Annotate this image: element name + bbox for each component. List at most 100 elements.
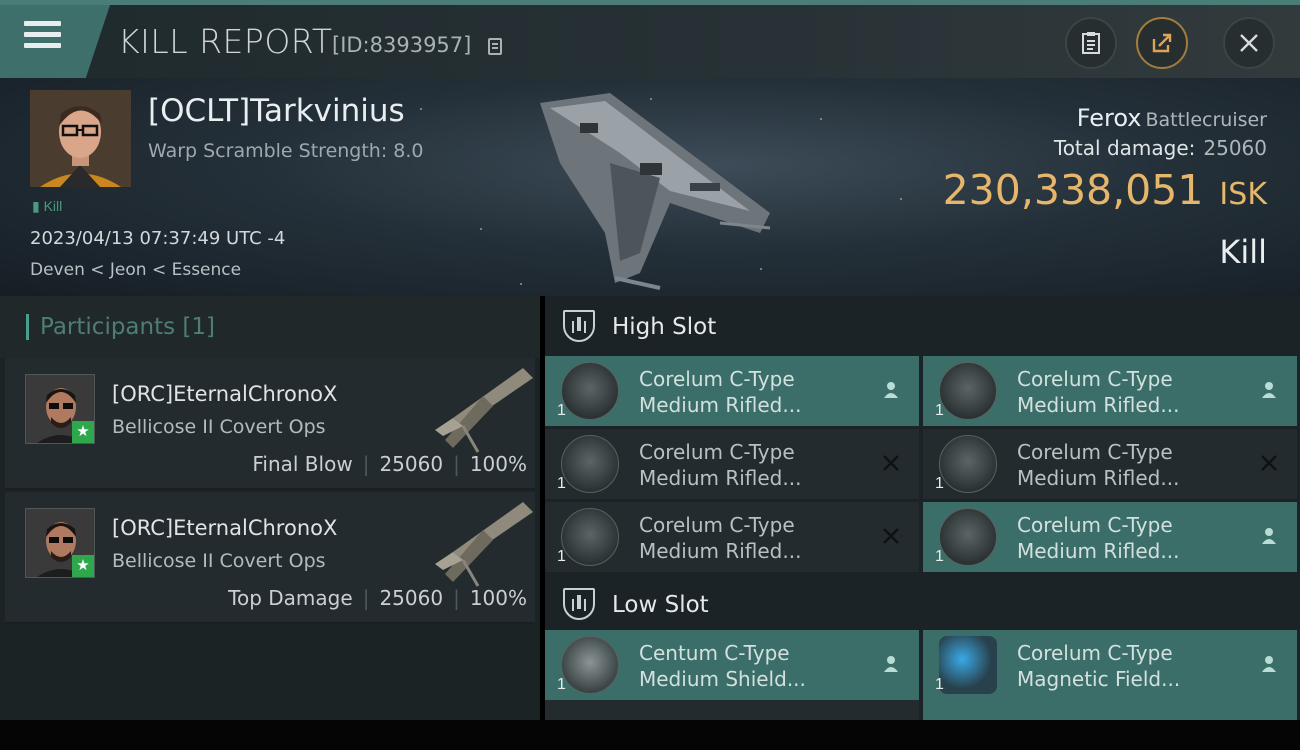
kill-tag: ▮ Kill bbox=[32, 198, 63, 214]
victim-ship[interactable]: Ferox Battlecruiser bbox=[1077, 104, 1267, 132]
module-name: Corelum C-Type Medium Rifled... bbox=[639, 439, 801, 491]
module-name: Corelum C-Type Medium Rifled... bbox=[1017, 512, 1179, 564]
ship-render bbox=[540, 93, 771, 290]
module-quantity: 1 bbox=[557, 402, 566, 419]
module-name-line2: Medium Shield... bbox=[639, 667, 806, 691]
module-item[interactable]: 1 Corelum C-Type Medium Rifled... bbox=[923, 356, 1297, 426]
clipboard-icon bbox=[1082, 32, 1100, 54]
module-name: Corelum C-Type Medium Rifled... bbox=[1017, 439, 1179, 491]
module-name-line2: Medium Rifled... bbox=[1017, 466, 1180, 490]
isk-value: 230,338,051 ISK bbox=[942, 166, 1267, 214]
participants-title: Participants [1] bbox=[40, 314, 216, 340]
module-name-line1: Centum C-Type bbox=[639, 641, 790, 665]
victim-panel: [OCLT]Tarkvinius Warp Scramble Strength:… bbox=[0, 78, 1300, 296]
module-item[interactable]: 1 Corelum C-Type Medium Rifled... bbox=[545, 502, 919, 572]
module-name-line2: Medium Rifled... bbox=[639, 539, 802, 563]
participant-percent: 100% bbox=[469, 586, 527, 610]
high-slot-label: High Slot bbox=[612, 314, 717, 340]
report-button[interactable] bbox=[1065, 17, 1117, 69]
page-title: KILL REPORT bbox=[118, 22, 333, 61]
module-name: Corelum C-Type Medium Rifled... bbox=[639, 512, 801, 564]
participant-damage: 25060 bbox=[379, 586, 444, 610]
participant-name[interactable]: [ORC]EternalChronoX bbox=[112, 382, 337, 406]
module-name-line2: Medium Rifled... bbox=[639, 466, 802, 490]
kill-result: Kill bbox=[1219, 233, 1267, 271]
module-quantity: 1 bbox=[557, 676, 566, 693]
participant-stats: Final Blow | 25060 | 100% bbox=[252, 452, 527, 476]
module-name-line1: Corelum C-Type bbox=[639, 513, 795, 537]
turret-icon bbox=[939, 435, 997, 493]
destroyed-x-icon bbox=[883, 455, 899, 471]
module-item[interactable]: 1 Corelum C-Type Medium Rifled... bbox=[923, 429, 1297, 499]
participant-row[interactable]: ★ [ORC]EternalChronoX Bellicose II Cover… bbox=[5, 492, 535, 624]
module-item[interactable]: 1 Corelum C-Type Magnetic Field... bbox=[923, 630, 1297, 700]
module-quantity: 1 bbox=[935, 548, 944, 565]
participant-ship-icon bbox=[435, 502, 533, 587]
participant-row[interactable]: ★ [ORC]EternalChronoX Bellicose II Cover… bbox=[5, 358, 535, 490]
participant-name[interactable]: [ORC]EternalChronoX bbox=[112, 516, 337, 540]
participants-accent-bar bbox=[26, 314, 29, 340]
destroyed-x-icon bbox=[1261, 455, 1277, 471]
participant-damage: 25060 bbox=[379, 452, 444, 476]
participants-panel: Participants [1] ★ [ORC]EternalChronoX B… bbox=[0, 296, 540, 720]
kill-id: [ID:8393957] bbox=[332, 33, 472, 57]
kill-location[interactable]: Deven < Jeon < Essence bbox=[30, 260, 241, 280]
victim-name[interactable]: [OCLT]Tarkvinius bbox=[148, 93, 405, 129]
destroyed-x-icon bbox=[883, 528, 899, 544]
turret-icon bbox=[561, 435, 619, 493]
high-slot-icon bbox=[563, 310, 595, 342]
close-button[interactable] bbox=[1223, 17, 1275, 69]
turret-icon bbox=[939, 508, 997, 566]
share-button[interactable] bbox=[1136, 17, 1188, 69]
star-badge-icon: ★ bbox=[72, 421, 94, 443]
turret-icon bbox=[561, 362, 619, 420]
module-item[interactable]: 1 Centum C-Type Medium Shield... bbox=[545, 630, 919, 700]
victim-avatar[interactable] bbox=[30, 90, 131, 187]
header-bar: KILL REPORT [ID:8393957] bbox=[0, 5, 1300, 78]
module-quantity: 1 bbox=[557, 548, 566, 565]
participant-ship: Bellicose II Covert Ops bbox=[112, 416, 326, 438]
module-item[interactable]: 1 Corelum C-Type Medium Rifled... bbox=[545, 429, 919, 499]
participant-role: Final Blow bbox=[252, 452, 353, 476]
module-name-line2: Medium Rifled... bbox=[1017, 539, 1180, 563]
magnetic-field-icon bbox=[939, 636, 997, 694]
low-slot-header: Low Slot bbox=[545, 574, 1300, 632]
participants-header: Participants [1] bbox=[0, 296, 540, 358]
module-quantity: 1 bbox=[935, 475, 944, 492]
module-name-line1: Corelum C-Type bbox=[1017, 641, 1173, 665]
kill-timestamp: 2023/04/13 07:37:49 UTC -4 bbox=[30, 228, 286, 249]
module-name-line1: Corelum C-Type bbox=[639, 367, 795, 391]
participant-avatar[interactable]: ★ bbox=[25, 508, 95, 578]
copy-icon[interactable] bbox=[488, 38, 502, 55]
turret-icon bbox=[939, 362, 997, 420]
module-quantity: 1 bbox=[935, 676, 944, 693]
module-name-line2: Medium Rifled... bbox=[639, 393, 802, 417]
participant-percent: 100% bbox=[469, 452, 527, 476]
module-item[interactable]: 1 Corelum C-Type Medium Rifled... bbox=[545, 356, 919, 426]
bottom-edge bbox=[0, 720, 1300, 750]
menu-icon[interactable] bbox=[24, 21, 61, 51]
victim-portrait-icon bbox=[30, 90, 131, 187]
module-name: Corelum C-Type Magnetic Field... bbox=[1017, 640, 1180, 692]
participant-stats: Top Damage | 25060 | 100% bbox=[228, 586, 527, 610]
close-icon bbox=[1240, 34, 1258, 52]
module-item[interactable]: 1 Corelum C-Type Medium Rifled... bbox=[923, 502, 1297, 572]
module-item-partial[interactable] bbox=[545, 700, 919, 720]
warp-scramble-strength: Warp Scramble Strength: 8.0 bbox=[148, 140, 424, 162]
dropped-person-icon bbox=[884, 382, 898, 398]
module-name: Corelum C-Type Medium Rifled... bbox=[639, 366, 801, 418]
module-item-partial[interactable] bbox=[923, 700, 1297, 720]
dropped-person-icon bbox=[1262, 382, 1276, 398]
module-quantity: 1 bbox=[557, 475, 566, 492]
module-name-line1: Corelum C-Type bbox=[1017, 367, 1173, 391]
module-name-line1: Corelum C-Type bbox=[1017, 513, 1173, 537]
shield-module-icon bbox=[561, 636, 619, 694]
fitting-panel: High Slot 1 Corelum C-Type Medium Rifled..… bbox=[545, 296, 1300, 720]
module-name-line1: Corelum C-Type bbox=[639, 440, 795, 464]
turret-icon bbox=[561, 508, 619, 566]
module-name: Centum C-Type Medium Shield... bbox=[639, 640, 806, 692]
dropped-person-icon bbox=[1262, 656, 1276, 672]
dropped-person-icon bbox=[884, 656, 898, 672]
participant-avatar[interactable]: ★ bbox=[25, 374, 95, 444]
module-name-line2: Medium Rifled... bbox=[1017, 393, 1180, 417]
